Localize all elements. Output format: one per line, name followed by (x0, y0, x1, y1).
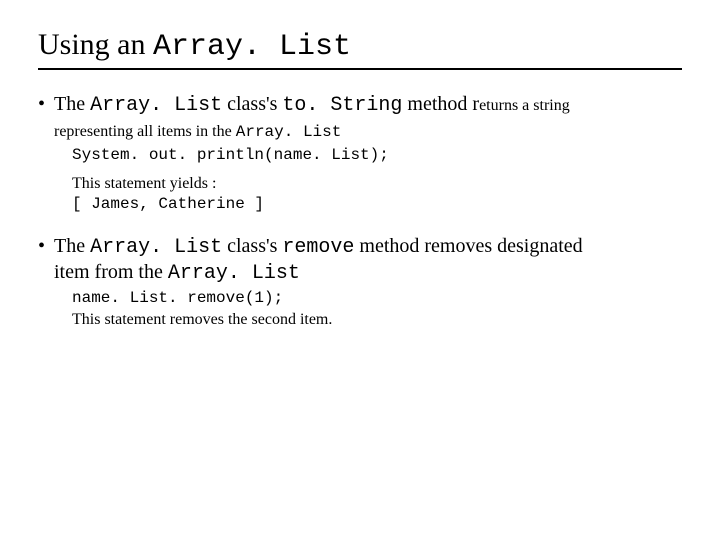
bullet-1: • The Array. List class's to. String met… (38, 92, 682, 143)
text: class's (222, 235, 282, 257)
text: representing all items in the (54, 123, 236, 140)
bullet-1-content: The Array. List class's to. String metho… (54, 92, 682, 143)
bullet-2-content: The Array. List class's remove method re… (54, 234, 682, 286)
code-inline: remove (282, 236, 354, 259)
code-inline: Array. List (168, 262, 300, 285)
note-2: This statement removes the second item. (72, 309, 682, 331)
bullet-dot: • (38, 92, 54, 143)
text: class's (222, 93, 282, 115)
code-line-2: name. List. remove(1); (72, 288, 682, 310)
slide-title: Using an Array. List (38, 28, 682, 70)
code-inline: Array. List (90, 236, 222, 259)
code-inline: Array. List (90, 94, 222, 117)
yield-label: This statement yields : (72, 173, 682, 195)
code-inline: to. String (282, 94, 402, 117)
text: item from the (54, 261, 168, 283)
yield-output: [ James, Catherine ] (72, 194, 682, 216)
text: The (54, 93, 90, 115)
title-code: Array. List (153, 30, 351, 64)
text: The (54, 235, 90, 257)
text: method removes designated (354, 235, 582, 257)
slide: Using an Array. List • The Array. List c… (0, 0, 720, 331)
text: eturns a string (479, 97, 570, 114)
bullet-2: • The Array. List class's remove method … (38, 234, 682, 286)
code-inline: Array. List (236, 123, 342, 141)
text: method r (402, 93, 479, 115)
title-text: Using an (38, 28, 153, 61)
bullet-dot: • (38, 234, 54, 286)
code-line-1: System. out. println(name. List); (72, 145, 682, 167)
